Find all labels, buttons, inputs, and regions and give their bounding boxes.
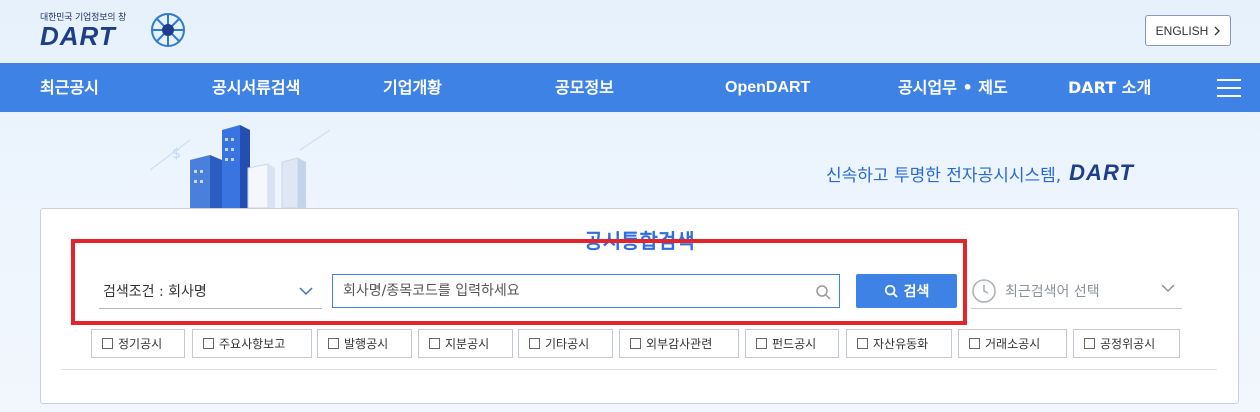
- nav-item-disclosure-system[interactable]: 공시업무 • 제도: [898, 63, 1008, 112]
- chevron-down-icon: [1161, 284, 1175, 293]
- recent-search-select[interactable]: 최근검색어 선택: [971, 273, 1182, 309]
- nav-item-recent-disclosure[interactable]: 최근공시: [40, 63, 99, 112]
- filter-label: 주요사항보고: [219, 337, 286, 351]
- main-nav: 최근공시 공시서류검색 기업개황 공모정보 OpenDART 공시업무 • 제도…: [0, 63, 1260, 112]
- city-illustration: $: [149, 125, 331, 209]
- menu-icon[interactable]: [1217, 79, 1241, 97]
- filter-issuance[interactable]: 발행공시: [317, 329, 412, 358]
- checkbox-icon: [203, 338, 214, 349]
- filter-label: 거래소공시: [985, 337, 1041, 351]
- english-button[interactable]: ENGLISH: [1145, 15, 1231, 46]
- chevron-right-icon: [1214, 26, 1221, 35]
- filter-exchange[interactable]: 거래소공시: [958, 329, 1067, 358]
- filter-major-issues[interactable]: 주요사항보고: [192, 329, 312, 358]
- slogan: 신속하고 투명한 전자공시시스템, DART: [826, 160, 1134, 186]
- checkbox-icon: [756, 338, 767, 349]
- filter-label: 기타공시: [545, 337, 590, 351]
- checkbox-icon: [857, 338, 868, 349]
- header: 대한민국 기업정보의 창 DART ENGLISH: [0, 0, 1260, 63]
- filter-label: 자산유동화: [873, 337, 929, 351]
- dart-logo[interactable]: 대한민국 기업정보의 창 DART: [40, 8, 190, 51]
- filter-label: 발행공시: [344, 337, 389, 351]
- nav-item-company-overview[interactable]: 기업개황: [383, 63, 442, 112]
- filter-fund[interactable]: 펀드공시: [745, 329, 839, 358]
- filter-asset-securitization[interactable]: 자산유동화: [846, 329, 952, 358]
- nav-item-document-search[interactable]: 공시서류검색: [212, 63, 300, 112]
- integrated-search-panel: 공시통합검색 검색조건 : 회사명 검색 최근검색어 선택 정기공시 주요사항보…: [40, 208, 1239, 404]
- filter-label: 펀드공시: [772, 337, 817, 351]
- filter-other[interactable]: 기타공시: [518, 329, 613, 358]
- highlight-box: [71, 239, 967, 325]
- dart-logo-icon: [151, 13, 185, 47]
- svg-text:$: $: [172, 146, 181, 162]
- filter-label: 정기공시: [118, 337, 163, 351]
- checkbox-icon: [429, 338, 440, 349]
- slogan-text: 신속하고 투명한 전자공시시스템,: [826, 165, 1062, 186]
- checkbox-icon: [328, 338, 339, 349]
- nav-item-about-dart[interactable]: DART 소개: [1068, 63, 1151, 112]
- logo-text: DART: [40, 21, 116, 51]
- slogan-brand: DART: [1069, 160, 1134, 185]
- panel-divider: [61, 369, 1217, 370]
- filter-label: 공정위공시: [1100, 337, 1156, 351]
- clock-icon: [972, 278, 996, 303]
- filter-label: 외부감사관련: [646, 337, 713, 351]
- checkbox-icon: [630, 338, 641, 349]
- filter-equity[interactable]: 지분공시: [418, 329, 513, 358]
- filter-ftc[interactable]: 공정위공시: [1073, 329, 1180, 358]
- checkbox-icon: [969, 338, 980, 349]
- filter-label: 지분공시: [445, 337, 490, 351]
- nav-item-opendart[interactable]: OpenDART: [725, 63, 810, 112]
- checkbox-icon: [102, 338, 113, 349]
- filter-periodic[interactable]: 정기공시: [91, 329, 185, 358]
- recent-search-label: 최근검색어 선택: [1005, 283, 1100, 300]
- checkbox-icon: [529, 338, 540, 349]
- nav-item-offering-info[interactable]: 공모정보: [555, 63, 614, 112]
- checkbox-icon: [1084, 338, 1095, 349]
- filter-external-audit[interactable]: 외부감사관련: [619, 329, 739, 358]
- english-button-label: ENGLISH: [1155, 23, 1209, 38]
